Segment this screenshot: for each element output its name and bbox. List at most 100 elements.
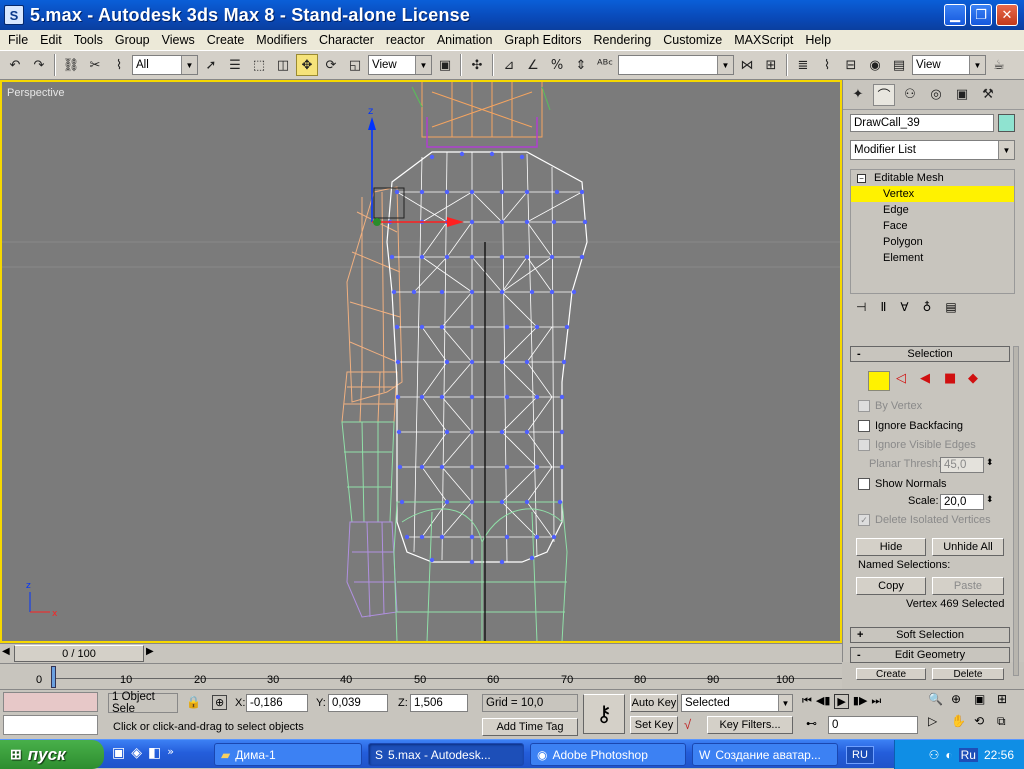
selection-rollout-header[interactable]: - Selection: [850, 346, 1010, 362]
field-of-view-icon[interactable]: ▷: [928, 714, 950, 736]
percent-snap-icon[interactable]: %: [546, 54, 568, 76]
delete-button[interactable]: Delete: [932, 668, 1004, 680]
select-by-name-icon[interactable]: ☰: [224, 54, 246, 76]
menu-help[interactable]: Help: [799, 33, 837, 47]
window-crossing-icon[interactable]: ◫: [272, 54, 294, 76]
next-frame-icon[interactable]: ▮▶: [853, 694, 868, 709]
auto-key-button[interactable]: Auto Key: [630, 694, 678, 712]
pivot-center-icon[interactable]: ▣: [434, 54, 456, 76]
manipulate-icon[interactable]: ✣: [466, 54, 488, 76]
angle-snap-icon[interactable]: ∠: [522, 54, 544, 76]
maximize-viewport-icon[interactable]: ⧉: [997, 714, 1019, 736]
arrow-left-icon[interactable]: ◀: [2, 646, 10, 657]
show-normals-checkbox[interactable]: Show Normals: [858, 478, 947, 490]
time-slider-bar[interactable]: 0 / 100 ◀ ▶: [0, 643, 842, 663]
copy-button[interactable]: Copy: [856, 577, 926, 595]
create-button[interactable]: Create: [856, 668, 926, 680]
zoom-icon[interactable]: 🔍: [928, 692, 950, 713]
stack-item-vertex[interactable]: Vertex: [851, 186, 1014, 202]
redo-icon[interactable]: ↷: [28, 54, 50, 76]
snap-toggle-icon[interactable]: ⊿: [498, 54, 520, 76]
pan-icon[interactable]: ✋: [951, 714, 973, 736]
menu-character[interactable]: Character: [313, 33, 380, 47]
go-to-end-icon[interactable]: ⏭: [871, 694, 881, 709]
object-name-field[interactable]: DrawCall_39: [850, 114, 994, 132]
remove-modifier-icon[interactable]: ♁: [923, 300, 932, 320]
track-bar[interactable]: 0 10 20 30 40 50 60 70 80 90 100: [0, 663, 842, 689]
bind-spacewarp-icon[interactable]: ⌇: [108, 54, 130, 76]
time-slider-thumb[interactable]: 0 / 100: [14, 645, 144, 662]
restore-button[interactable]: ❐: [970, 4, 992, 26]
y-coordinate-field[interactable]: 0,039: [328, 694, 388, 712]
reference-coordinate-dropdown[interactable]: View ▼: [368, 55, 432, 75]
lock-selection-icon[interactable]: 🔒: [186, 695, 201, 709]
mirror-icon[interactable]: ⋈: [736, 54, 758, 76]
by-vertex-checkbox[interactable]: By Vertex: [858, 400, 922, 412]
task-folder[interactable]: ▰ Дима-1: [214, 743, 362, 766]
menu-modifiers[interactable]: Modifiers: [250, 33, 313, 47]
stack-item-element[interactable]: Element: [851, 250, 1014, 266]
network-icon[interactable]: ⚇: [929, 748, 940, 762]
start-button[interactable]: ⊞ пуск: [0, 740, 104, 769]
mesh-wireframe[interactable]: z z x: [2, 82, 840, 641]
render-scene-icon[interactable]: ▤: [888, 54, 910, 76]
previous-frame-icon[interactable]: ◀▮: [816, 694, 831, 709]
paste-button[interactable]: Paste: [932, 577, 1004, 595]
tray-language-indicator[interactable]: Ru: [958, 747, 978, 762]
quick-launch-app-icon[interactable]: ◧: [148, 745, 161, 761]
key-tangent-icon[interactable]: √: [684, 717, 691, 732]
perspective-viewport[interactable]: Perspective z z x: [0, 80, 842, 643]
menu-graph-editors[interactable]: Graph Editors: [498, 33, 587, 47]
set-key-button[interactable]: Set Key: [630, 716, 678, 734]
quick-render-icon[interactable]: ☕: [988, 54, 1010, 76]
planar-thresh-spinner[interactable]: 45,0: [940, 457, 984, 473]
key-mode-toggle-icon[interactable]: ⊷: [806, 717, 817, 730]
schematic-view-icon[interactable]: ⊟: [840, 54, 862, 76]
spinner-snap-icon[interactable]: ⇕: [570, 54, 592, 76]
go-to-start-icon[interactable]: ⏮: [802, 694, 812, 709]
scale-spinner[interactable]: 20,0: [940, 494, 984, 510]
select-and-move-icon[interactable]: ✥: [296, 54, 318, 76]
motion-tab-icon[interactable]: ◎: [925, 84, 947, 106]
maxscript-listener-input[interactable]: [3, 715, 98, 735]
stack-item-edge[interactable]: Edge: [851, 202, 1014, 218]
ignore-visible-edges-checkbox[interactable]: Ignore Visible Edges: [858, 439, 976, 451]
align-icon[interactable]: ⊞: [760, 54, 782, 76]
quick-launch-app-icon[interactable]: ▣: [112, 745, 125, 761]
soft-selection-rollout-header[interactable]: + Soft Selection: [850, 627, 1010, 643]
quick-launch-more-icon[interactable]: »: [167, 745, 174, 761]
spinner-arrows-icon[interactable]: ⬍: [986, 457, 994, 468]
edit-named-selection-icon[interactable]: ᴬᴮᶜ: [594, 54, 616, 76]
render-type-dropdown[interactable]: View ▼: [912, 55, 986, 75]
menu-tools[interactable]: Tools: [68, 33, 109, 47]
x-coordinate-field[interactable]: -0,186: [246, 694, 308, 712]
named-selection-dropdown[interactable]: ▼: [618, 55, 734, 75]
close-button[interactable]: ✕: [996, 4, 1018, 26]
curve-editor-icon[interactable]: ⌇: [816, 54, 838, 76]
menu-edit[interactable]: Edit: [34, 33, 68, 47]
key-filters-button[interactable]: Key Filters...: [707, 716, 793, 734]
select-and-scale-icon[interactable]: ◱: [344, 54, 366, 76]
maxscript-listener-mini[interactable]: [3, 692, 98, 712]
unhide-all-button[interactable]: Unhide All: [932, 538, 1004, 556]
stack-item-face[interactable]: Face: [851, 218, 1014, 234]
selection-filter-dropdown[interactable]: All ▼: [132, 55, 198, 75]
object-color-swatch[interactable]: [998, 114, 1015, 132]
modifier-list-dropdown[interactable]: Modifier List ▼: [850, 140, 1015, 160]
rectangle-selection-icon[interactable]: ⬚: [248, 54, 270, 76]
zoom-extents-icon[interactable]: ▣: [974, 692, 996, 713]
create-tab-icon[interactable]: ✦: [847, 84, 869, 106]
display-tab-icon[interactable]: ▣: [951, 84, 973, 106]
edge-level-icon[interactable]: ◁: [896, 371, 914, 391]
vertex-level-icon[interactable]: [868, 371, 890, 391]
task-photoshop[interactable]: ◉ Adobe Photoshop: [530, 743, 686, 766]
ignore-backfacing-checkbox[interactable]: Ignore Backfacing: [858, 420, 963, 432]
show-end-result-icon[interactable]: Ⅱ: [880, 300, 886, 320]
minimize-button[interactable]: ▁: [944, 4, 966, 26]
menu-reactor[interactable]: reactor: [380, 33, 431, 47]
select-and-rotate-icon[interactable]: ⟳: [320, 54, 342, 76]
stack-editable-mesh[interactable]: − Editable Mesh: [851, 170, 1014, 186]
play-icon[interactable]: ▶: [834, 694, 849, 709]
zoom-all-icon[interactable]: ⊕: [951, 692, 973, 713]
undo-icon[interactable]: ↶: [4, 54, 26, 76]
